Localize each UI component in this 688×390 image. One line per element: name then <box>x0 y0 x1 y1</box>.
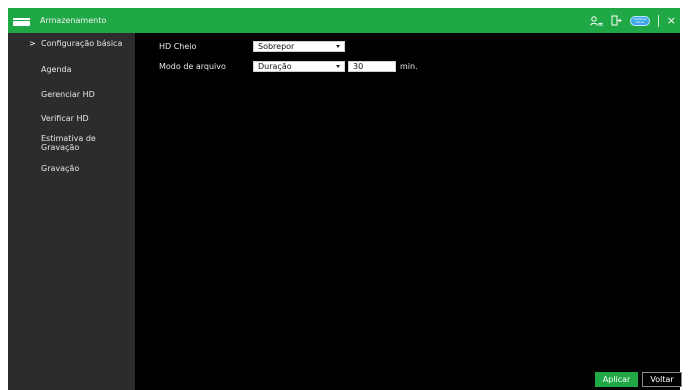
title-bar-actions: Intelbras Cloud × <box>589 8 676 33</box>
sidebar-item-label: Configuração básica <box>41 38 123 48</box>
chevron-right-icon: > <box>29 38 36 48</box>
chevron-down-icon <box>336 45 340 48</box>
cloud-label: Intelbras Cloud <box>633 16 647 24</box>
sidebar-item-configuracao-basica[interactable]: > Configuração básica <box>8 34 135 52</box>
duration-input[interactable]: 30 <box>348 61 396 72</box>
cloud-icon[interactable]: Intelbras Cloud <box>629 15 650 26</box>
sidebar-item-gerenciar-hd[interactable]: Gerenciar HD <box>8 85 135 103</box>
chevron-down-icon <box>336 65 340 68</box>
close-icon[interactable]: × <box>667 15 676 26</box>
storage-window: Armazenamento Intelbras Cloud × > Config… <box>8 8 682 390</box>
sidebar-item-estimativa-de-gravacao[interactable]: Estimativa de Gravação <box>8 134 135 152</box>
sidebar-item-gravacao[interactable]: Gravação <box>8 159 135 177</box>
user-icon[interactable] <box>589 15 603 26</box>
duration-unit: min. <box>400 62 418 71</box>
title-bar-divider <box>657 14 659 27</box>
hd-full-value: Sobrepor <box>258 42 295 51</box>
sidebar-item-verificar-hd[interactable]: Verificar HD <box>8 109 135 127</box>
storage-icon <box>13 18 30 26</box>
hd-full-select[interactable]: Sobrepor <box>253 41 345 52</box>
apply-button[interactable]: Aplicar <box>595 372 638 387</box>
sidebar-item-label: Gerenciar HD <box>41 89 95 99</box>
file-mode-label: Modo de arquivo <box>159 62 226 71</box>
sidebar-item-label: Estimativa de Gravação <box>41 134 96 152</box>
sidebar-item-label: Gravação <box>41 163 80 173</box>
sidebar-item-agenda[interactable]: Agenda <box>8 60 135 78</box>
window-title: Armazenamento <box>40 16 107 25</box>
file-mode-value: Duração <box>258 62 292 71</box>
file-mode-select[interactable]: Duração <box>253 61 345 72</box>
logout-icon[interactable] <box>611 15 622 26</box>
hd-full-label: HD Cheio <box>159 42 197 51</box>
sidebar-item-label: Verificar HD <box>41 113 89 123</box>
back-button[interactable]: Voltar <box>642 372 682 387</box>
sidebar-item-label: Agenda <box>41 64 72 74</box>
title-bar: Armazenamento Intelbras Cloud × <box>8 8 680 33</box>
sidebar: > Configuração básica Agenda Gerenciar H… <box>8 33 135 390</box>
